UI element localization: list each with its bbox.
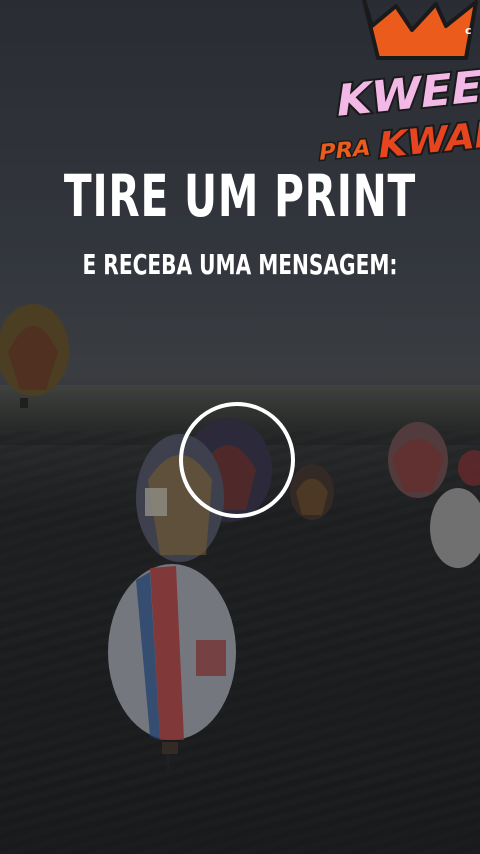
kween-pra-kwai-logo: KWEEN PRA KWAI	[316, 0, 480, 169]
screenshot-filter-screen: KWEEN PRA KWAI c TIRE UM PRINT E RECEBA …	[0, 0, 480, 854]
logo-line-kwai: KWAI	[375, 113, 480, 166]
crown-icon	[362, 0, 478, 60]
headline: TIRE UM PRINT	[63, 162, 417, 230]
corner-badge: c	[465, 24, 472, 37]
subheadline: E RECEBA UMA MENSAGEM:	[82, 248, 398, 281]
capture-circle-icon[interactable]	[179, 402, 295, 518]
